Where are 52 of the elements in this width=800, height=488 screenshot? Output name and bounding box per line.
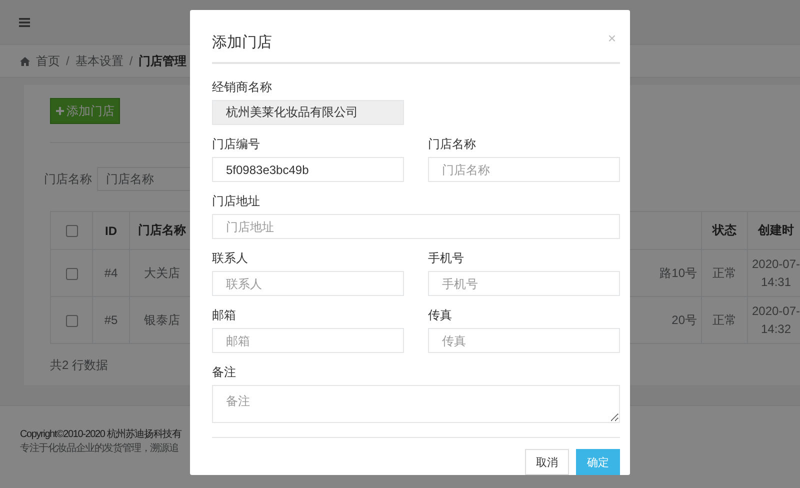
close-button[interactable]: × [608, 30, 616, 46]
table-cell: 路10号 [660, 266, 697, 280]
field-label: 经销商名称 [212, 79, 273, 95]
column-header: 门店名称 [138, 223, 186, 237]
breadcrumb-separator: / [66, 54, 70, 68]
home-icon [20, 56, 30, 66]
field-label: 门店编号 [212, 136, 261, 152]
input-field[interactable]: 门店名称 [428, 157, 620, 182]
copyright-text: Copyright©2010-2020 杭州苏迪扬科技有 [20, 428, 182, 441]
input-field[interactable]: 门店地址 [212, 214, 620, 239]
field-label: 门店地址 [212, 193, 261, 209]
row-count: 共2 行数据 [50, 357, 108, 374]
table-cell: 2020-07- 14:32 [752, 304, 800, 336]
field-label: 传真 [428, 307, 453, 323]
breadcrumb-item[interactable]: 首页 [36, 52, 60, 70]
table-cell: 2020-07- 14:31 [752, 257, 800, 289]
column-header: 创建时 [758, 223, 794, 237]
field-label: 联系人 [212, 250, 249, 266]
row-checkbox[interactable] [66, 268, 78, 280]
plus-icon [56, 107, 64, 115]
breadcrumb-separator: / [129, 54, 133, 68]
table-cell: #5 [104, 313, 118, 327]
cancel-button[interactable]: 取消 [525, 449, 569, 475]
field-label: 手机号 [428, 250, 465, 266]
table-cell: #4 [104, 266, 118, 280]
column-header: ID [105, 224, 117, 238]
select-all-checkbox[interactable] [66, 225, 78, 238]
field-label: 邮箱 [212, 307, 237, 323]
row-checkbox[interactable] [66, 314, 78, 327]
column-header: 状态 [712, 223, 736, 237]
input-field[interactable]: 邮箱 [212, 328, 404, 353]
breadcrumb-item[interactable]: 基本设置 [75, 52, 124, 70]
table-cell: 银泰店 [144, 313, 180, 327]
dealer-name-field[interactable]: 杭州美莱化妆品有限公司 [212, 100, 404, 125]
table-cell: 大关店 [144, 266, 180, 280]
field-label: 备注 [212, 364, 237, 380]
input-field[interactable]: 5f0983e3bc49b [212, 157, 404, 182]
filter-label: 门店名称 [44, 170, 92, 188]
input-field[interactable]: 手机号 [428, 271, 620, 296]
menu-icon[interactable] [19, 18, 30, 26]
field-label: 门店名称 [428, 136, 477, 152]
table-cell: 正常 [712, 313, 736, 327]
breadcrumb-item: 门店管理 [138, 52, 187, 70]
dialog-title: 添加门店 [212, 32, 272, 52]
tagline-text: 专注于化妆品企业的发货管理，溯源追 [20, 442, 178, 455]
notes-field[interactable]: 备注 [212, 385, 620, 423]
table-cell: 20号 [672, 313, 697, 327]
add-store-button[interactable]: 添加门店 [50, 98, 120, 124]
input-field[interactable]: 传真 [428, 328, 620, 353]
input-field[interactable]: 联系人 [212, 271, 404, 296]
table-cell: 正常 [712, 266, 736, 280]
confirm-button[interactable]: 确定 [576, 449, 620, 475]
